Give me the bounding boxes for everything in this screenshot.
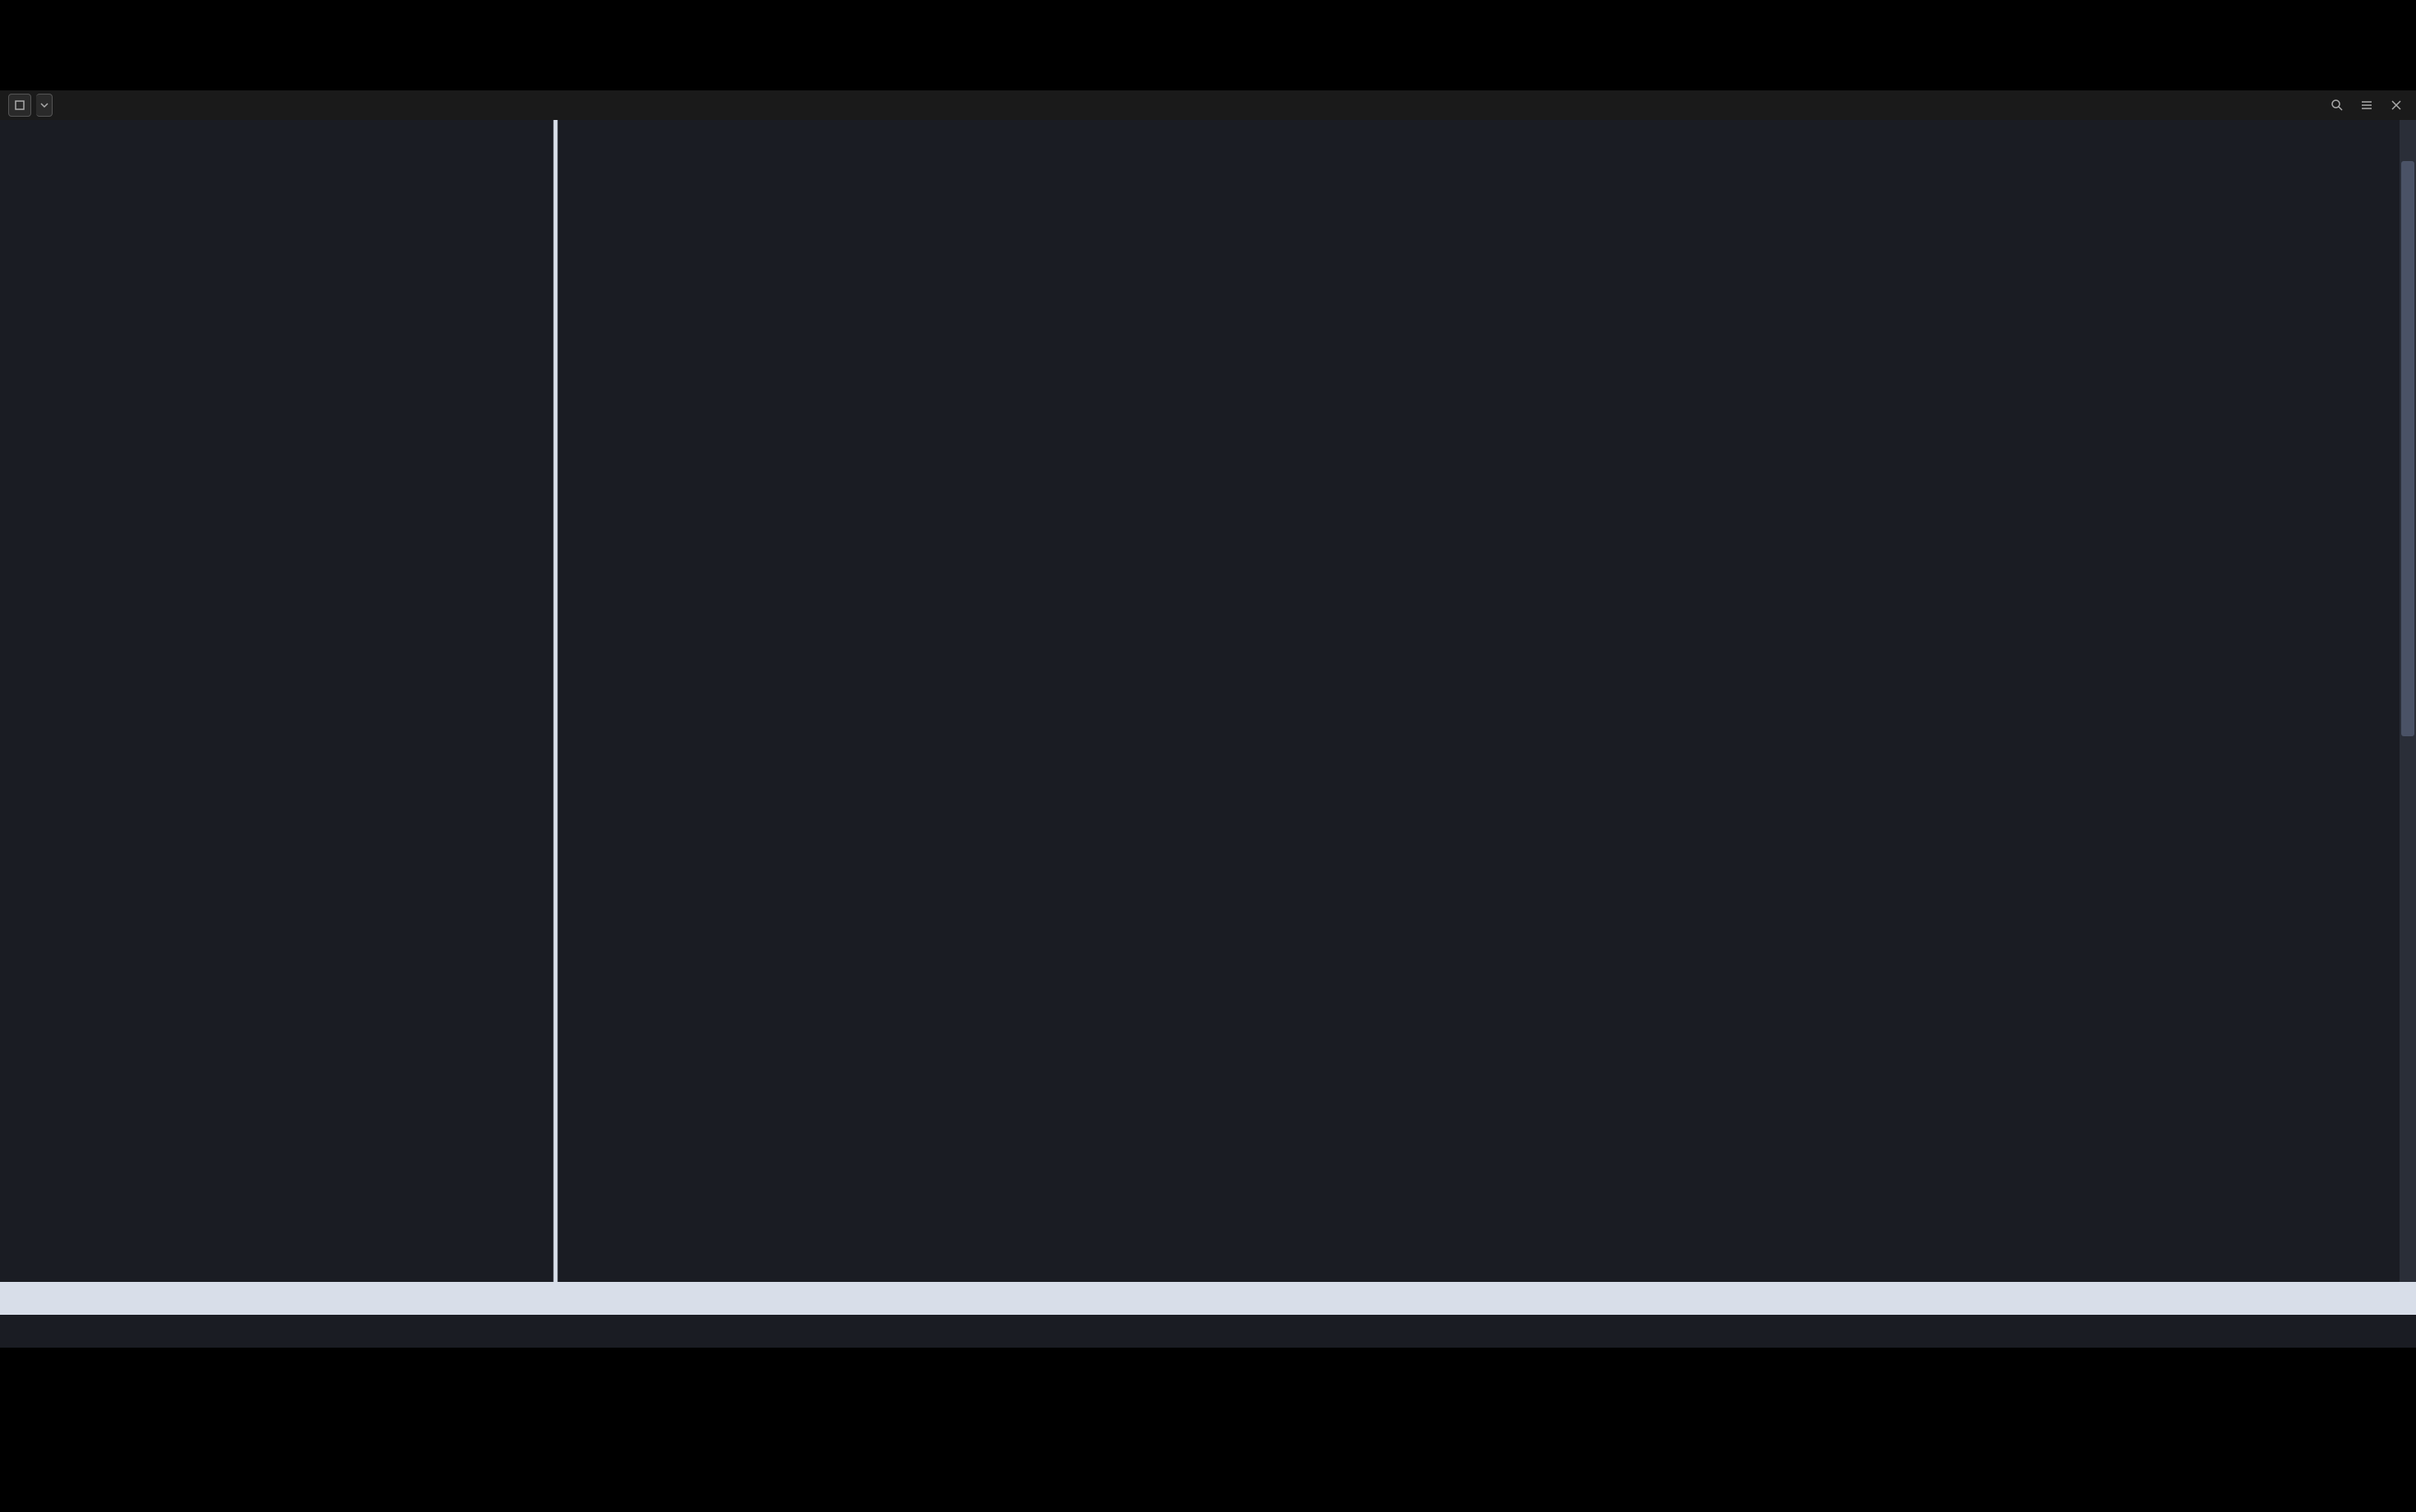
file-tree-pane[interactable] <box>0 120 551 1282</box>
mode-line <box>0 1315 2416 1348</box>
vim-split <box>0 120 2416 1282</box>
search-button[interactable] <box>2326 94 2349 117</box>
titlebar-left-controls <box>0 94 53 117</box>
scrollbar[interactable] <box>2400 120 2416 1282</box>
menu-button[interactable] <box>2355 94 2378 117</box>
new-tab-button[interactable] <box>8 94 31 117</box>
plus-icon <box>14 99 25 111</box>
hamburger-icon <box>2360 99 2373 112</box>
terminal-area <box>0 120 2416 1348</box>
letterbox-top <box>0 0 2416 90</box>
close-button[interactable] <box>2385 94 2408 117</box>
code-pane[interactable] <box>560 120 2416 1282</box>
titlebar <box>0 90 2416 120</box>
chevron-down-icon <box>40 101 48 109</box>
status-line <box>0 1282 2416 1315</box>
search-icon <box>2331 99 2344 112</box>
tab-dropdown-button[interactable] <box>36 94 53 117</box>
titlebar-right-controls <box>2326 94 2416 117</box>
scrollbar-thumb[interactable] <box>2401 161 2414 736</box>
letterbox-bottom <box>0 1348 2416 1512</box>
vertical-split-bar[interactable] <box>551 120 560 1282</box>
close-icon <box>2391 99 2402 111</box>
